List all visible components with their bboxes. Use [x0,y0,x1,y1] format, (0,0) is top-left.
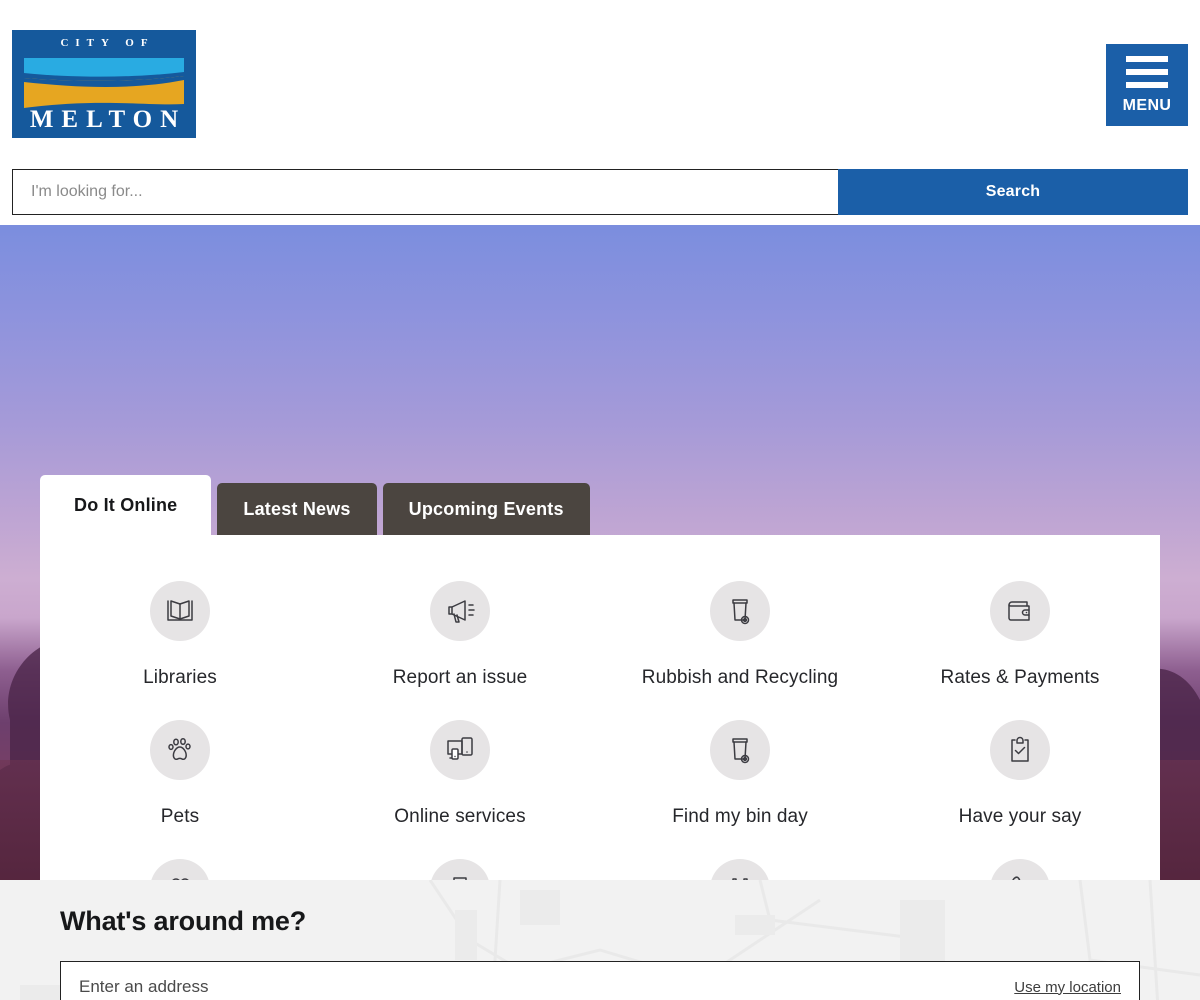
road-barrier-icon [710,858,770,880]
quick-link-label: Rates & Payments [940,667,1100,688]
site-logo[interactable]: CITY OF MELTON [12,30,196,138]
open-book-icon [150,581,210,641]
quick-link-label: Rubbish and Recycling [641,667,839,688]
whats-around-me-section: What's around me? Use my location [0,880,1200,1000]
logo-city-of-text: CITY OF [60,37,155,49]
quick-link-label: Report an issue [392,667,528,688]
quick-link-label: Find my bin day [672,805,808,827]
phone-icon [990,858,1050,880]
menu-button[interactable]: MENU [1106,44,1188,126]
quick-link-report-an-issue[interactable]: Report an issue [320,575,600,696]
hero-section: Do It Online Latest News Upcoming Events… [0,225,1200,880]
quick-links-grid: Libraries Report an issue Rubbish and Re… [40,575,1160,880]
around-me-content: What's around me? Use my location [0,880,1200,1000]
do-it-online-panel: Libraries Report an issue Rubbish and Re… [40,535,1160,880]
quick-link-libraries[interactable]: Libraries [40,575,320,696]
quick-link-label: Online services [394,805,526,827]
quick-links-panel: Do It Online Latest News Upcoming Events… [40,475,1160,880]
people-icon [150,858,210,880]
quick-link-pets[interactable]: Pets [40,714,320,835]
tab-do-it-online[interactable]: Do It Online [40,475,212,535]
quick-link-label: Pets [160,805,200,827]
quick-link-find-my-bin-day[interactable]: Find my bin day [600,714,880,835]
address-search-field: Use my location [60,961,1140,1000]
site-search: Search [12,169,1188,215]
search-button[interactable]: Search [838,169,1188,215]
quick-link-online-services[interactable]: Online services [320,714,600,835]
clipboard-check-icon [990,719,1050,780]
search-input[interactable] [12,169,838,215]
address-input[interactable] [79,977,997,997]
wallet-icon [990,581,1050,641]
around-me-title: What's around me? [60,906,307,936]
quick-link-label: Have your say [958,805,1082,827]
logo-emblem-icon [24,58,184,108]
devices-icon [430,719,490,780]
quick-link-have-your-say[interactable]: Have your say [880,714,1160,835]
megaphone-icon [430,581,490,641]
tab-upcoming-events[interactable]: Upcoming Events [382,483,590,535]
quick-link-contact-us[interactable]: Contact us [880,853,1160,880]
quick-link-rubbish-and-recycling[interactable]: Rubbish and Recycling [600,575,880,696]
building-icon [430,858,490,880]
hamburger-icon [1126,55,1168,88]
wheelie-bin-icon [710,719,770,780]
quick-link-label: Libraries [143,667,217,688]
quick-link-work-for-council[interactable]: Work for Council [40,853,320,880]
tab-latest-news[interactable]: Latest News [217,483,377,535]
paw-print-icon [150,719,210,780]
use-my-location-link[interactable]: Use my location [1014,979,1121,996]
wheelie-bin-icon [710,581,770,641]
site-header: CITY OF MELTON MENU Search [0,0,1200,225]
menu-button-label: MENU [1122,96,1172,114]
quick-link-rates-and-payments[interactable]: Rates & Payments [880,575,1160,696]
quick-link-hire-a-venue[interactable]: Hire a venue [320,853,600,880]
hero-tabs: Do It Online Latest News Upcoming Events [40,475,1160,535]
logo-melton-text: MELTON [29,106,187,133]
quick-link-roadworks[interactable]: Roadworks [600,853,880,880]
